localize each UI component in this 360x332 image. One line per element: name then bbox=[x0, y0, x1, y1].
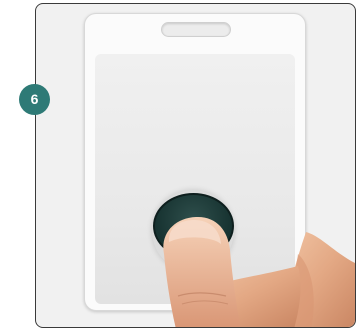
step-number-badge: 6 bbox=[19, 84, 50, 115]
finger-pressing-sensor-icon bbox=[163, 216, 355, 327]
illustration-frame bbox=[35, 3, 356, 328]
